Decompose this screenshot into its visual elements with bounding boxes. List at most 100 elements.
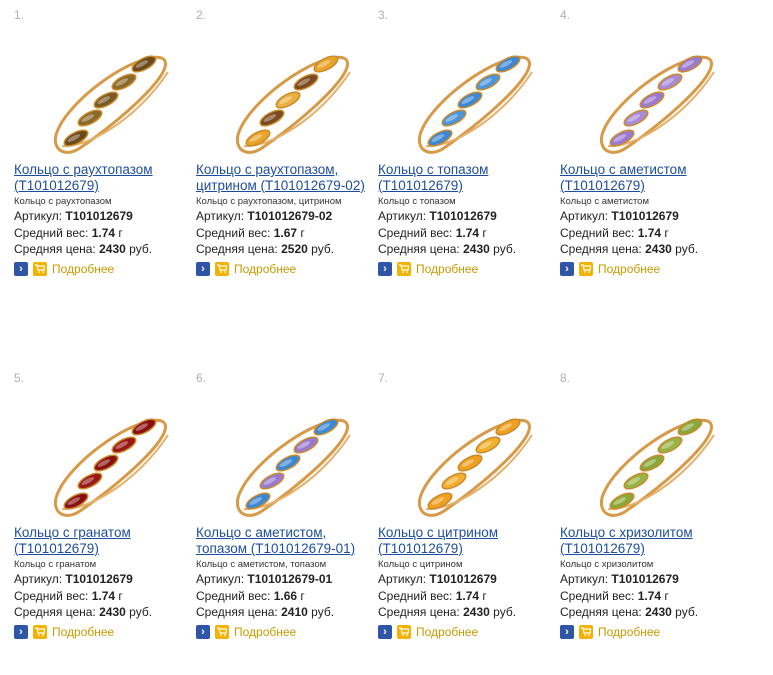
price-unit: руб. [311,242,335,256]
article-label: Артикул: [196,572,245,586]
article-label: Артикул: [378,572,427,586]
arrow-right-icon[interactable]: › [560,261,574,276]
weight-value: 1.74 [455,588,480,603]
product-number: 7. [378,371,389,385]
article-label: Артикул: [14,209,63,223]
price-label: Средняя цена: [14,605,96,619]
arrow-right-icon[interactable]: › [378,261,392,276]
weight-unit: г [118,588,123,603]
product-image[interactable] [28,26,178,156]
price-unit: руб. [311,605,335,619]
weight-unit: г [118,225,123,240]
cart-icon[interactable] [397,624,411,639]
weight-value: 1.74 [455,225,480,240]
product-title-link[interactable]: Кольцо с цитрином (T101012679) [378,525,558,556]
price-unit: руб. [675,605,699,619]
weight-unit: г [664,588,669,603]
cart-icon[interactable] [33,261,47,276]
price-label: Средняя цена: [560,605,642,619]
product-subtitle: Кольцо с топазом [378,196,456,207]
price-label: Средняя цена: [196,242,278,256]
product-title-link[interactable]: Кольцо с раухтопазом (T101012679) [14,162,194,193]
price-unit: руб. [129,605,153,619]
price-label: Средняя цена: [560,242,642,256]
product-image[interactable] [210,26,360,156]
price-label: Средняя цена: [378,242,460,256]
article-value: T101012679-02 [247,209,333,223]
product-image[interactable] [392,26,542,156]
product-title-link[interactable]: Кольцо с гранатом (T101012679) [14,525,194,556]
weight-label: Средний вес: [14,225,89,240]
product-title-link[interactable]: Кольцо с раухтопазом, цитрином (T1010126… [196,162,376,193]
cart-icon[interactable] [579,624,593,639]
product-subtitle: Кольцо с гранатом [14,559,97,570]
product-title-link[interactable]: Кольцо с топазом (T101012679) [378,162,558,193]
price-value: 2430 [463,242,490,256]
article-value: T101012679 [65,209,133,223]
product-image[interactable] [574,389,724,519]
product-subtitle: Кольцо с раухтопазом [14,196,112,207]
arrow-right-icon[interactable]: › [14,624,28,639]
price-label: Средняя цена: [378,605,460,619]
product-image[interactable] [210,389,360,519]
details-link[interactable]: Подробнее [52,625,114,639]
arrow-right-icon[interactable]: › [378,624,392,639]
cart-icon[interactable] [33,624,47,639]
details-link[interactable]: Подробнее [598,625,660,639]
product-image[interactable] [574,26,724,156]
cart-icon[interactable] [579,261,593,276]
weight-unit: г [300,588,305,603]
product-number: 1. [14,8,25,22]
weight-unit: г [664,225,669,240]
price-value: 2430 [645,605,672,619]
product-image[interactable] [392,389,542,519]
cart-icon[interactable] [215,261,229,276]
price-value: 2410 [281,605,308,619]
details-link[interactable]: Подробнее [416,625,478,639]
price-value: 2430 [99,605,126,619]
article-label: Артикул: [14,572,63,586]
details-link[interactable]: Подробнее [234,262,296,276]
details-link[interactable]: Подробнее [52,262,114,276]
cart-icon[interactable] [397,261,411,276]
weight-label: Средний вес: [378,225,453,240]
weight-value: 1.74 [91,588,116,603]
product-number: 3. [378,8,389,22]
article-label: Артикул: [378,209,427,223]
product-title-link[interactable]: Кольцо с хризолитом (T101012679) [560,525,740,556]
product-number: 8. [560,371,571,385]
weight-value: 1.74 [637,225,662,240]
article-label: Артикул: [196,209,245,223]
article-value: T101012679 [611,209,679,223]
article-value: T101012679-01 [247,572,333,586]
arrow-right-icon[interactable]: › [560,624,574,639]
weight-label: Средний вес: [378,588,453,603]
price-unit: руб. [675,242,699,256]
product-number: 5. [14,371,25,385]
arrow-right-icon[interactable]: › [196,624,210,639]
weight-value: 1.74 [637,588,662,603]
article-value: T101012679 [611,572,679,586]
weight-label: Средний вес: [196,225,271,240]
price-value: 2430 [99,242,126,256]
arrow-right-icon[interactable]: › [14,261,28,276]
weight-value: 1.66 [273,588,298,603]
product-title-link[interactable]: Кольцо с аметистом, топазом (T101012679-… [196,525,376,556]
article-value: T101012679 [65,572,133,586]
arrow-right-icon[interactable]: › [196,261,210,276]
price-value: 2430 [463,605,490,619]
price-label: Средняя цена: [14,242,96,256]
details-link[interactable]: Подробнее [598,262,660,276]
product-subtitle: Кольцо с аметистом [560,196,649,207]
product-number: 2. [196,8,207,22]
details-link[interactable]: Подробнее [234,625,296,639]
product-subtitle: Кольцо с раухтопазом, цитрином [196,196,342,207]
weight-label: Средний вес: [560,225,635,240]
details-link[interactable]: Подробнее [416,262,478,276]
product-image[interactable] [28,389,178,519]
cart-icon[interactable] [215,624,229,639]
product-title-link[interactable]: Кольцо с аметистом (T101012679) [560,162,740,193]
price-unit: руб. [493,242,517,256]
article-value: T101012679 [429,209,497,223]
price-value: 2430 [645,242,672,256]
